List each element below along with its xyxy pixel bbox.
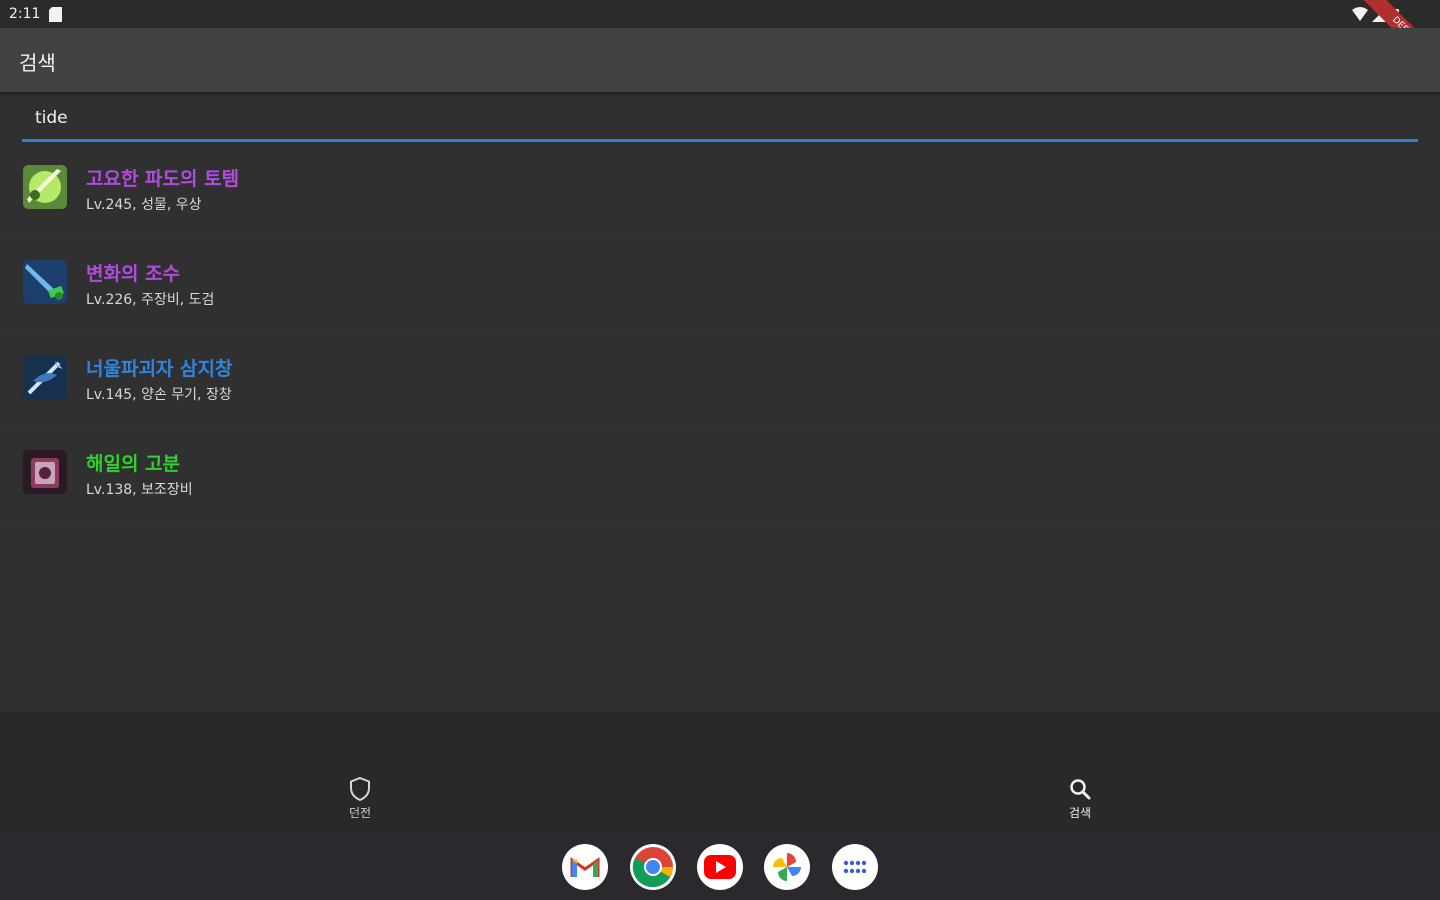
sd-card-icon xyxy=(49,7,62,22)
bottom-navigation: 던전 검색 xyxy=(0,712,1440,832)
chrome-icon[interactable] xyxy=(630,844,676,890)
totem-icon xyxy=(23,165,67,209)
status-time: 2:11 xyxy=(9,6,41,22)
search-container xyxy=(22,96,1418,148)
item-details: Lv.145, 양손 무기, 장창 xyxy=(86,387,232,403)
item-name: 너울파괴자 삼지창 xyxy=(86,358,233,380)
app-dock xyxy=(0,832,1440,900)
item-name: 해일의 고분 xyxy=(86,453,181,475)
app-bar: 검색 xyxy=(0,28,1440,92)
page-title: 검색 xyxy=(19,51,56,75)
search-input[interactable] xyxy=(22,96,1418,142)
status-bar: 2:11 DEBUG xyxy=(0,0,1440,89)
result-item[interactable]: 고요한 파도의 토템 Lv.245, 성물, 우상 xyxy=(0,144,1440,239)
sword-icon xyxy=(23,260,67,304)
gmail-icon[interactable] xyxy=(562,844,608,890)
item-details: Lv.226, 주장비, 도검 xyxy=(86,292,215,308)
item-name: 변화의 조수 xyxy=(86,263,181,285)
tome-icon xyxy=(23,450,67,494)
nav-label: 검색 xyxy=(1068,806,1092,820)
result-item[interactable]: 해일의 고분 Lv.138, 보조장비 xyxy=(0,429,1440,524)
search-icon xyxy=(1070,779,1091,800)
youtube-icon[interactable] xyxy=(697,844,743,890)
nav-item-search[interactable]: 검색 xyxy=(1020,776,1140,821)
nav-label: 던전 xyxy=(348,806,372,820)
trident-icon xyxy=(23,355,67,399)
app-drawer-icon[interactable] xyxy=(832,844,878,890)
wifi-icon xyxy=(1352,7,1368,21)
shield-icon xyxy=(350,776,370,802)
result-item[interactable]: 너울파괴자 삼지창 Lv.145, 양손 무기, 장창 xyxy=(0,334,1440,429)
item-details: Lv.138, 보조장비 xyxy=(86,482,193,498)
result-item[interactable]: 변화의 조수 Lv.226, 주장비, 도검 xyxy=(0,239,1440,334)
photos-icon[interactable] xyxy=(764,844,810,890)
item-details: Lv.245, 성물, 우상 xyxy=(86,197,202,213)
search-results: 고요한 파도의 토템 Lv.245, 성물, 우상 변화의 조수 Lv.226,… xyxy=(0,144,1440,524)
nav-item-dungeon[interactable]: 던전 xyxy=(300,776,420,821)
item-name: 고요한 파도의 토템 xyxy=(86,168,240,190)
